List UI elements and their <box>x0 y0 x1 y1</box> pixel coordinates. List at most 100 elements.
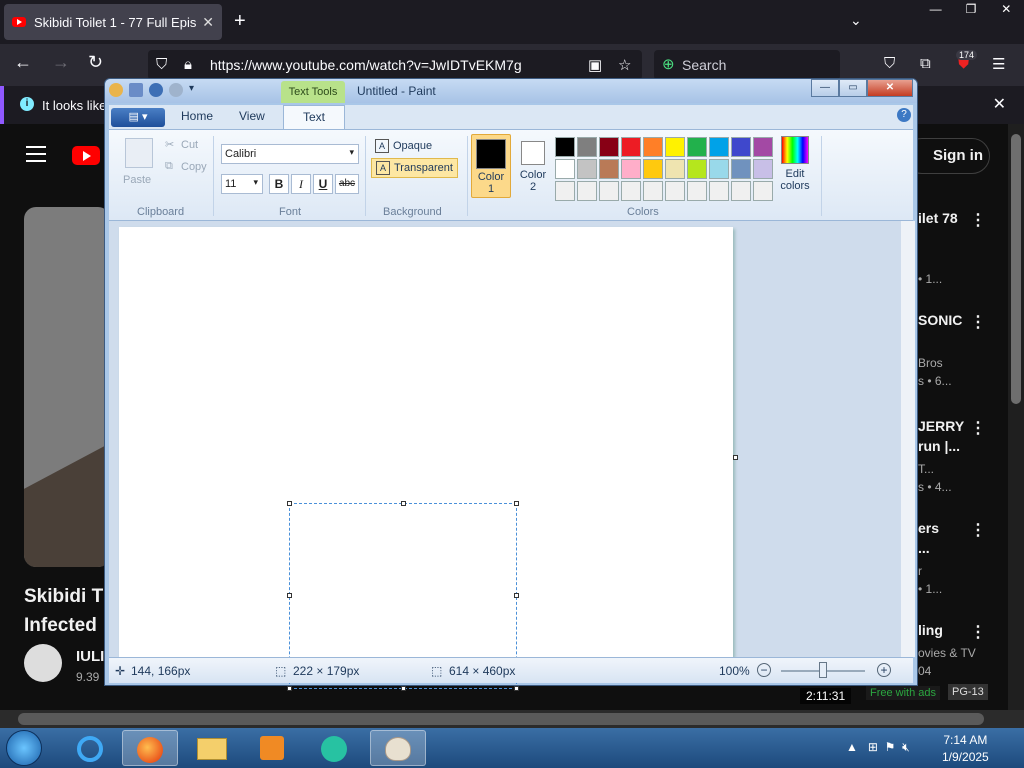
paint-taskbar-icon[interactable] <box>370 730 426 766</box>
extensions-icon[interactable]: ⧉ <box>920 55 931 72</box>
forward-icon[interactable]: → <box>52 52 70 73</box>
underline-button[interactable]: U <box>313 174 333 194</box>
rec-more-icon[interactable]: ⋮ <box>970 520 986 540</box>
palette-color-swatch[interactable] <box>687 137 707 157</box>
palette-color-swatch[interactable] <box>687 159 707 179</box>
palette-color-swatch[interactable] <box>709 159 729 179</box>
palette-color-swatch[interactable] <box>577 159 597 179</box>
zoom-out-button[interactable]: − <box>757 663 771 677</box>
paint-app-icon[interactable] <box>109 83 123 97</box>
reload-icon[interactable]: ↻ <box>88 52 103 73</box>
cut-icon[interactable]: ✂ <box>165 138 174 151</box>
opaque-option[interactable]: A Opaque <box>371 136 436 156</box>
palette-color-swatch[interactable] <box>731 159 751 179</box>
rec-title-5[interactable]: ling <box>918 622 943 638</box>
tab-text[interactable]: Text <box>283 105 345 129</box>
zoom-slider-thumb[interactable] <box>819 662 827 678</box>
resize-handle[interactable] <box>287 686 292 691</box>
palette-color-swatch[interactable] <box>621 137 641 157</box>
palette-color-swatch[interactable] <box>753 159 773 179</box>
copy-icon[interactable]: ⧉ <box>165 160 173 173</box>
palette-color-swatch[interactable] <box>731 137 751 157</box>
horizontal-scrollbar[interactable] <box>0 710 1024 728</box>
internet-explorer-taskbar-icon[interactable] <box>62 730 118 766</box>
back-icon[interactable]: ← <box>14 52 32 73</box>
palette-color-swatch[interactable] <box>577 137 597 157</box>
rec-title-1[interactable]: ilet 78 <box>918 210 958 226</box>
palette-color-swatch[interactable] <box>599 181 619 201</box>
save-icon[interactable] <box>129 83 143 97</box>
resize-handle[interactable] <box>514 501 519 506</box>
new-tab-button[interactable]: + <box>234 10 246 33</box>
paste-icon[interactable] <box>125 138 153 168</box>
rec-title-4[interactable]: ers <box>918 520 939 536</box>
menu-icon[interactable]: ☰ <box>992 55 1005 73</box>
font-family-select[interactable]: Calibri ▾ <box>221 144 359 164</box>
action-center-flag-icon[interactable]: ⚑ <box>885 740 896 754</box>
browser-tab[interactable]: Skibidi Toilet 1 - 77 Full Episodes ✕ <box>4 4 222 40</box>
tracking-protection-icon[interactable]: ⛉ <box>156 56 167 73</box>
palette-color-swatch[interactable] <box>709 137 729 157</box>
url-bar[interactable]: https://www.youtube.com/watch?v=JwIDTvEK… <box>148 50 642 80</box>
file-explorer-taskbar-icon[interactable] <box>184 730 240 766</box>
palette-color-swatch[interactable] <box>709 181 729 201</box>
palette-color-swatch[interactable] <box>687 181 707 201</box>
copy-button[interactable]: Copy <box>181 161 207 173</box>
resize-handle[interactable] <box>401 501 406 506</box>
channel-avatar[interactable] <box>24 644 62 682</box>
color2-button[interactable]: Color 2 <box>513 134 553 198</box>
media-player-taskbar-icon[interactable] <box>244 730 300 766</box>
rec-more-icon[interactable]: ⋮ <box>970 312 986 332</box>
vertical-scrollbar[interactable] <box>1008 124 1024 710</box>
close-button[interactable]: ✕ <box>989 0 1024 20</box>
palette-color-swatch[interactable] <box>621 181 641 201</box>
rec-more-icon[interactable]: ⋮ <box>970 210 986 230</box>
transparent-option[interactable]: A Transparent <box>371 158 458 178</box>
canvas-vertical-scrollbar[interactable] <box>901 221 915 657</box>
palette-color-swatch[interactable] <box>555 159 575 179</box>
palette-color-swatch[interactable] <box>577 181 597 201</box>
palette-color-swatch[interactable] <box>665 159 685 179</box>
paste-button[interactable]: Paste <box>123 174 151 186</box>
rec-more-icon[interactable]: ⋮ <box>970 418 986 438</box>
start-button[interactable] <box>6 730 42 766</box>
palette-color-swatch[interactable] <box>621 159 641 179</box>
palette-color-swatch[interactable] <box>753 181 773 201</box>
customize-qat-icon[interactable]: ▾ <box>189 83 203 97</box>
resize-handle[interactable] <box>287 501 292 506</box>
paint-close-button[interactable]: ✕ <box>867 79 913 97</box>
italic-button[interactable]: I <box>291 174 311 194</box>
youtube-menu-icon[interactable] <box>26 146 46 167</box>
undo-icon[interactable] <box>149 83 163 97</box>
strikethrough-button[interactable]: abc <box>335 174 359 194</box>
lock-icon[interactable]: 🔒︎ <box>184 56 192 73</box>
resize-handle[interactable] <box>514 686 519 691</box>
rec-title-3b[interactable]: run |... <box>918 438 960 454</box>
picture-in-picture-icon[interactable]: ▣ <box>588 56 602 74</box>
rec-title-4b[interactable]: ... <box>918 540 930 556</box>
rec-more-icon[interactable]: ⋮ <box>970 622 986 642</box>
paint-maximize-button[interactable]: ▭ <box>839 79 867 97</box>
canvas-resize-handle[interactable] <box>733 455 738 460</box>
volume-muted-icon[interactable]: 🔇︎ <box>902 740 910 754</box>
redo-icon[interactable] <box>169 83 183 97</box>
help-icon[interactable]: ? <box>897 108 911 122</box>
palette-color-swatch[interactable] <box>555 181 575 201</box>
resize-handle[interactable] <box>287 593 292 598</box>
palette-color-swatch[interactable] <box>665 137 685 157</box>
palette-color-swatch[interactable] <box>555 137 575 157</box>
palette-color-swatch[interactable] <box>731 181 751 201</box>
channel-name[interactable]: IULI <box>76 648 104 665</box>
palette-color-swatch[interactable] <box>753 137 773 157</box>
color1-button[interactable]: Color 1 <box>471 134 511 198</box>
show-hidden-icons-icon[interactable]: ▲ <box>846 740 858 754</box>
minimize-button[interactable]: — <box>918 0 953 20</box>
paint-menu-button[interactable]: ▤ ▾ <box>111 108 165 127</box>
edit-colors-button[interactable]: Edit colors <box>777 136 813 192</box>
restore-button[interactable]: ❐ <box>953 0 988 20</box>
clock[interactable]: 7:14 AM 1/9/2025 <box>942 732 989 766</box>
palette-color-swatch[interactable] <box>599 159 619 179</box>
bookmark-star-icon[interactable]: ☆ <box>618 56 631 74</box>
youtube-logo[interactable] <box>72 146 100 165</box>
list-all-tabs-icon[interactable]: ⌄ <box>850 12 862 29</box>
